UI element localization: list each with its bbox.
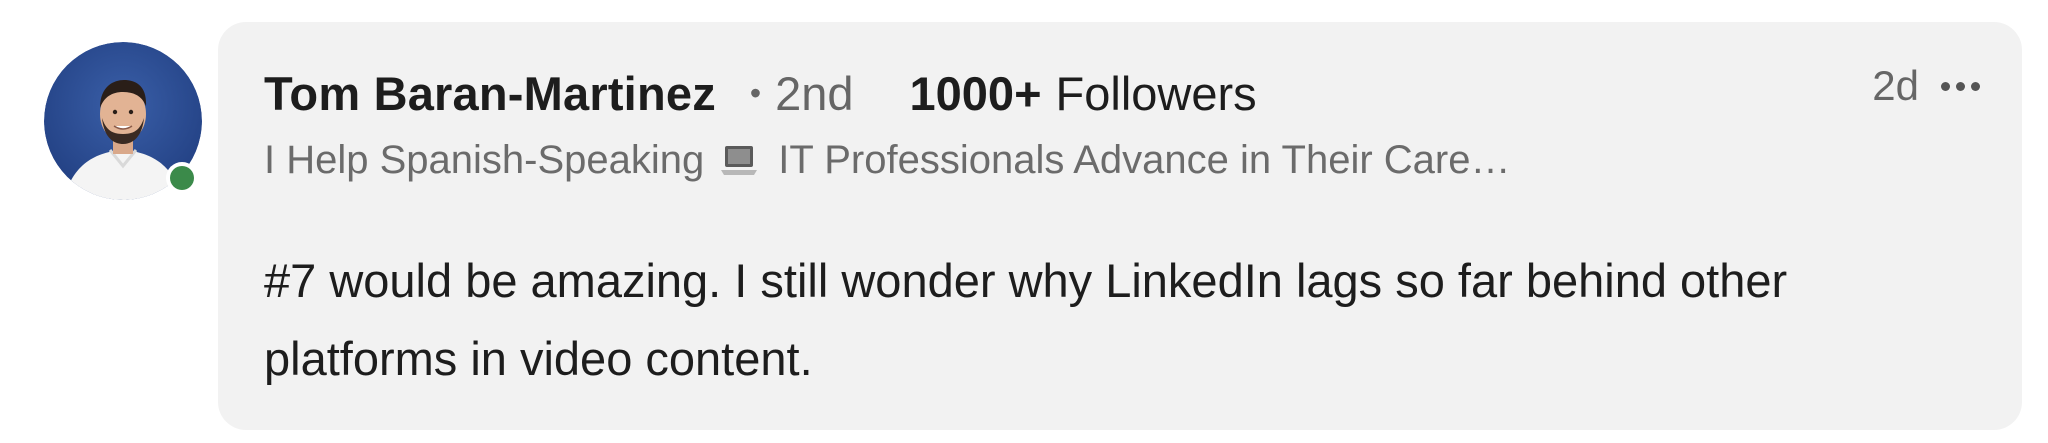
comment-bubble: Tom Baran-Martinez • 2nd 1000+ Followers… bbox=[218, 22, 2022, 430]
followers-count: 1000+ bbox=[909, 67, 1042, 120]
comment-text: #7 would be amazing. I still wonder why … bbox=[264, 254, 1788, 385]
ellipsis-dot bbox=[1971, 81, 1980, 91]
comment-item: Tom Baran-Martinez • 2nd 1000+ Followers… bbox=[0, 0, 2048, 443]
comment-timestamp: 2d bbox=[1872, 62, 1919, 109]
connection-degree: 2nd bbox=[775, 67, 854, 120]
online-status-indicator bbox=[166, 162, 198, 194]
avatar-container[interactable] bbox=[44, 42, 202, 200]
ellipsis-icon[interactable] bbox=[1935, 78, 1986, 95]
degree-separator: • bbox=[749, 75, 762, 111]
author-name-link[interactable]: Tom Baran-Martinez bbox=[264, 66, 716, 121]
comment-author-row: Tom Baran-Martinez • 2nd 1000+ Followers bbox=[264, 66, 1257, 121]
laptop-icon bbox=[721, 145, 758, 175]
comment-meta: 2d bbox=[1872, 62, 1986, 110]
ellipsis-dot bbox=[1956, 81, 1965, 91]
followers-label: Followers bbox=[1055, 67, 1257, 120]
online-status-dot bbox=[170, 166, 194, 190]
headline-text-end: IT Professionals Advance in Their Care… bbox=[778, 138, 1511, 182]
author-headline: I Help Spanish-Speaking IT Professionals… bbox=[264, 138, 1511, 183]
ellipsis-dot bbox=[1941, 81, 1950, 91]
headline-text-start: I Help Spanish-Speaking bbox=[264, 138, 705, 182]
